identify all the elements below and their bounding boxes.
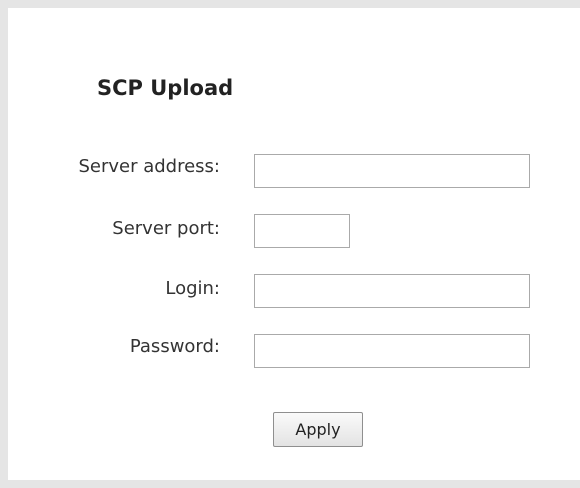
password-input[interactable]	[254, 334, 530, 368]
apply-button[interactable]: Apply	[273, 412, 363, 447]
server-port-label: Server port:	[112, 218, 220, 239]
server-port-input[interactable]	[254, 214, 350, 248]
server-address-label: Server address:	[78, 156, 220, 177]
panel-title: SCP Upload	[97, 76, 234, 100]
login-label: Login:	[165, 278, 220, 299]
password-label: Password:	[129, 336, 220, 357]
server-address-input[interactable]	[254, 154, 530, 188]
scp-upload-panel: SCP Upload Server address: Server port: …	[0, 0, 580, 488]
login-input[interactable]	[254, 274, 530, 308]
